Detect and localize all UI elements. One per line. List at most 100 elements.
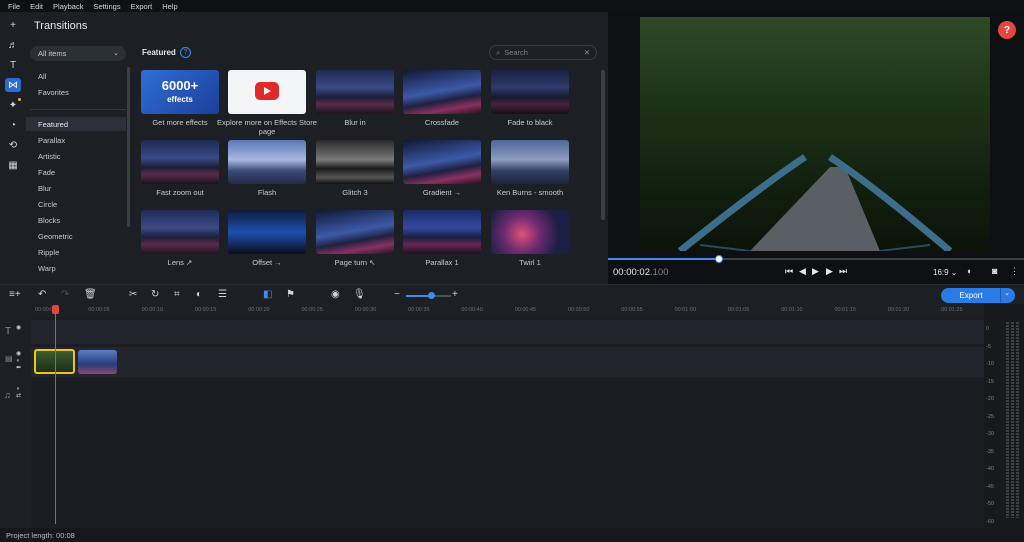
video-track[interactable] xyxy=(31,347,984,377)
tile-label: Gradient → xyxy=(422,188,462,197)
tools-icon[interactable]: ⟲ xyxy=(5,138,21,152)
transition-tile[interactable] xyxy=(316,140,394,184)
transition-tile[interactable] xyxy=(141,210,219,254)
color-adjust-icon[interactable]: ◐ xyxy=(196,289,202,300)
category-geometric[interactable]: Geometric xyxy=(26,229,126,243)
rotate-icon[interactable]: ↻ xyxy=(151,289,159,300)
skip-end-icon[interactable]: ⏭ xyxy=(839,266,847,277)
magnet-icon[interactable]: ◧ xyxy=(263,289,272,300)
search-input[interactable]: ⌕ Search ✕ xyxy=(489,45,597,60)
chevron-down-icon[interactable]: ⌄ xyxy=(1004,289,1010,297)
menu-export[interactable]: Export xyxy=(131,2,153,11)
effects-icon[interactable]: ✦ xyxy=(5,98,21,112)
time-ruler[interactable]: 00:00:00 00:00:05 00:00:10 00:00:15 00:00:20… xyxy=(31,304,984,318)
transition-tile[interactable] xyxy=(491,210,569,254)
transition-tile[interactable] xyxy=(491,140,569,184)
import-icon[interactable]: + xyxy=(5,18,21,32)
meter-db-label: -40 xyxy=(986,466,994,472)
transition-tile[interactable] xyxy=(228,210,306,254)
export-label: Export xyxy=(959,291,983,300)
cut-icon[interactable]: ✂ xyxy=(129,289,137,300)
transition-tile[interactable] xyxy=(491,70,569,114)
tile-label: Parallax 1 xyxy=(425,258,459,267)
track-controls-icon[interactable]: ◉ ◖ ⬅ xyxy=(16,351,21,372)
transition-tile[interactable] xyxy=(228,140,306,184)
aspect-ratio-select[interactable]: 16:9 ⌄ xyxy=(933,268,958,277)
next-frame-icon[interactable]: ▶ xyxy=(826,266,833,277)
grid-scrollbar[interactable] xyxy=(601,70,605,220)
category-ripple[interactable]: Ripple xyxy=(26,245,126,259)
menu-playback[interactable]: Playback xyxy=(53,2,83,11)
zoom-slider-handle[interactable] xyxy=(428,292,435,299)
category-blur[interactable]: Blur xyxy=(26,181,126,195)
titles-icon[interactable]: T xyxy=(5,58,21,72)
help-icon[interactable]: ? xyxy=(180,47,191,58)
undo-icon[interactable]: ↶ xyxy=(38,289,46,300)
clear-search-icon[interactable]: ✕ xyxy=(584,48,590,57)
transition-tile[interactable] xyxy=(316,70,394,114)
transitions-icon[interactable]: ⋈ xyxy=(5,78,21,92)
menu-settings[interactable]: Settings xyxy=(93,2,120,11)
skip-start-icon[interactable]: ⏮ xyxy=(785,266,793,277)
redo-icon[interactable]: ↷ xyxy=(61,289,69,300)
zoom-out-icon[interactable]: − xyxy=(394,289,400,300)
transition-tile[interactable] xyxy=(316,210,394,254)
category-favorites[interactable]: Favorites xyxy=(26,85,126,99)
search-placeholder: Search xyxy=(504,48,528,57)
transition-tile[interactable] xyxy=(228,70,306,114)
ruler-tick-label: 00:00:40 xyxy=(461,307,483,313)
transition-tile[interactable] xyxy=(403,140,481,184)
clip-properties-icon[interactable]: ☰ xyxy=(218,289,227,300)
category-all[interactable]: All xyxy=(26,69,126,83)
track-visibility-icon[interactable]: ◉ xyxy=(16,324,21,331)
seek-progress xyxy=(608,258,718,260)
search-icon: ⌕ xyxy=(496,47,501,57)
filter-dropdown[interactable]: All items ⌄ xyxy=(30,46,126,61)
volume-icon[interactable]: ◖ xyxy=(966,266,971,276)
menu-edit[interactable]: Edit xyxy=(30,2,43,11)
transition-tile[interactable] xyxy=(403,210,481,254)
microphone-icon[interactable]: 🎙 xyxy=(353,289,366,300)
prev-frame-icon[interactable]: ◀ xyxy=(799,266,806,277)
meter-bar xyxy=(1011,322,1014,518)
category-featured[interactable]: Featured xyxy=(26,117,126,131)
seek-handle[interactable] xyxy=(715,255,723,263)
tile-badge: 6000+ xyxy=(161,78,199,93)
snapshot-icon[interactable]: ◙ xyxy=(992,266,997,276)
zoom-in-icon[interactable]: + xyxy=(452,289,458,300)
playhead[interactable] xyxy=(55,306,56,524)
category-blocks[interactable]: Blocks xyxy=(26,213,126,227)
help-icon[interactable]: ? xyxy=(998,21,1016,39)
more-options-icon[interactable]: ⋮ xyxy=(1010,266,1019,277)
video-clip[interactable] xyxy=(78,350,117,374)
playhead-handle[interactable] xyxy=(52,305,59,314)
category-parallax[interactable]: Parallax xyxy=(26,133,126,147)
transition-tile[interactable] xyxy=(403,70,481,114)
category-warp[interactable]: Warp xyxy=(26,261,126,275)
more-tools-icon[interactable]: ▦ xyxy=(5,158,21,172)
add-track-icon[interactable]: ≡+ xyxy=(9,289,21,300)
crop-icon[interactable]: ⌗ xyxy=(174,289,180,300)
delete-icon[interactable]: 🗑 xyxy=(84,289,97,300)
category-artistic[interactable]: Artistic xyxy=(26,149,126,163)
category-circle[interactable]: Circle xyxy=(26,197,126,211)
marker-icon[interactable]: ⚑ xyxy=(286,289,295,300)
category-scrollbar[interactable] xyxy=(127,67,130,227)
video-preview[interactable] xyxy=(640,17,990,251)
stickers-icon[interactable]: ◔ xyxy=(5,118,21,132)
ruler-tick-label: 00:00:45 xyxy=(514,307,537,313)
category-fade[interactable]: Fade xyxy=(26,165,126,179)
audio-controls-icon[interactable]: ◖ ⇄ xyxy=(16,386,21,400)
tile-label: Flash xyxy=(257,188,277,197)
transition-tile[interactable] xyxy=(141,140,219,184)
meter-db-label: -10 xyxy=(986,361,994,367)
webcam-icon[interactable]: ◉ xyxy=(331,289,340,300)
play-icon[interactable]: ▶ xyxy=(812,266,819,277)
transition-tile[interactable]: 6000+ effects xyxy=(141,70,219,114)
ruler-tick-label: 00:00:10 xyxy=(141,307,164,313)
text-track[interactable] xyxy=(31,320,984,344)
status-bar: Project length: 00:08 xyxy=(0,528,1024,542)
menu-file[interactable]: File xyxy=(8,2,20,11)
menu-help[interactable]: Help xyxy=(162,2,177,11)
music-icon[interactable]: ♬ xyxy=(5,38,21,52)
